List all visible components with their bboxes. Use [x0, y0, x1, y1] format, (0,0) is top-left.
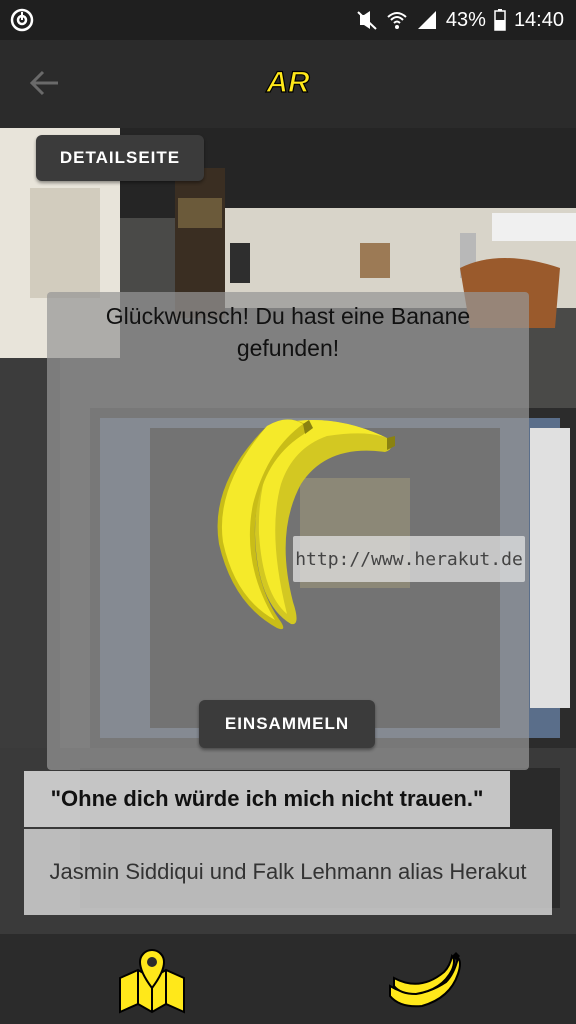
battery-percent: 43% — [445, 8, 486, 31]
banana-collection-icon[interactable] — [386, 952, 462, 1010]
app-notification-icon — [10, 8, 34, 32]
quote-text: "Ohne dich würde ich mich nicht trauen." — [24, 771, 510, 827]
banana-icon[interactable] — [197, 414, 407, 632]
clock: 14:40 — [513, 8, 564, 31]
artist-url-link[interactable]: http://www.herakut.de — [293, 536, 525, 582]
found-dialog: Glückwunsch! Du hast eine Banane gefunde… — [47, 292, 529, 770]
status-bar: 43% 14:40 — [0, 0, 576, 40]
arrow-left-icon[interactable] — [28, 66, 62, 100]
ar-logo: AR — [265, 65, 311, 99]
battery-icon — [494, 9, 506, 31]
camera-view: DETAILSEITE Glückwunsch! Du hast eine Ba… — [0, 128, 576, 934]
signal-icon — [417, 11, 436, 29]
quote-author: Jasmin Siddiqui und Falk Lehmann alias H… — [24, 829, 552, 915]
wifi-icon — [387, 12, 407, 29]
dialog-message: Glückwunsch! Du hast eine Banane gefunde… — [105, 303, 471, 361]
detail-page-button[interactable]: DETAILSEITE — [36, 135, 204, 181]
map-pin-icon[interactable] — [112, 948, 192, 1014]
mute-icon — [357, 11, 377, 30]
bottom-nav — [0, 934, 576, 1024]
collect-button[interactable]: EINSAMMELN — [199, 700, 375, 748]
app-bar: AR — [0, 40, 576, 128]
svg-text:AR: AR — [265, 66, 310, 99]
